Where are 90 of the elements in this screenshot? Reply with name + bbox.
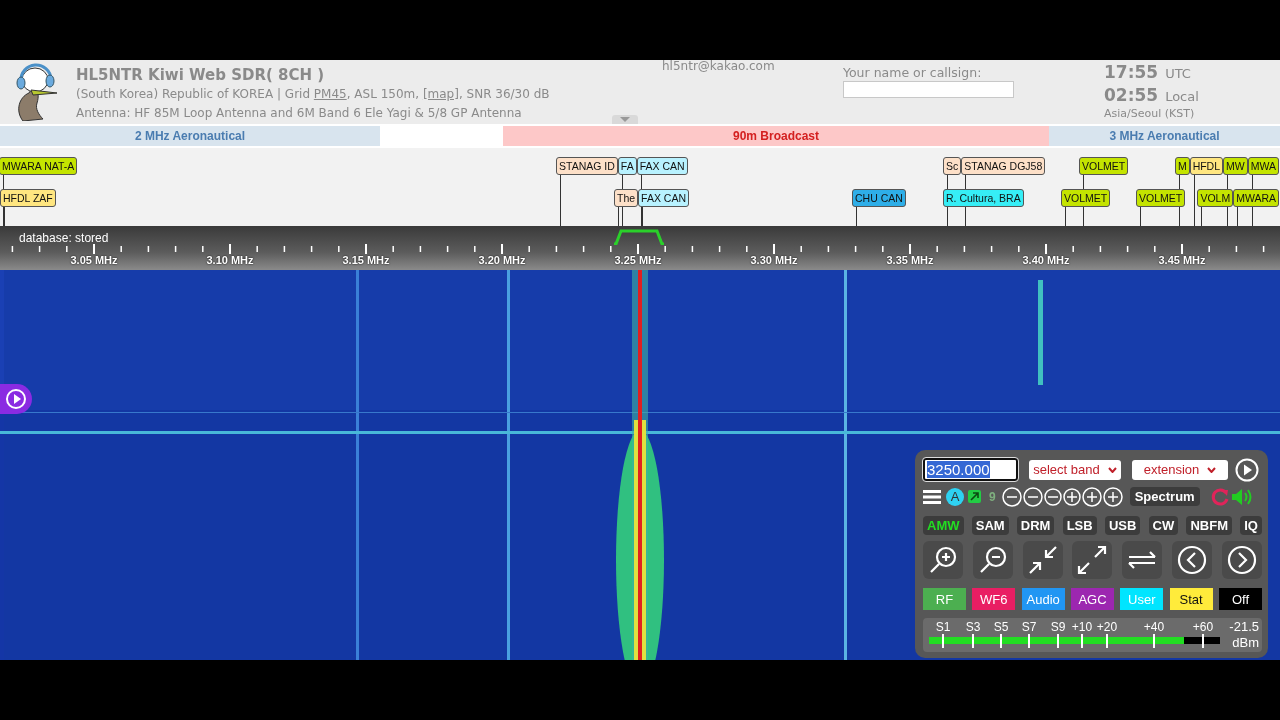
frequency-label: 3.35 MHz [886, 254, 934, 266]
arrow-square-icon[interactable] [968, 490, 981, 504]
station-label[interactable]: FA [617, 157, 637, 175]
frequency-field[interactable]: 3250.000 [923, 458, 1018, 481]
name-field[interactable] [843, 81, 1014, 98]
station-label[interactable]: MW [1223, 157, 1248, 175]
play-button[interactable] [0, 384, 32, 414]
local-label: Local [1165, 89, 1199, 104]
right-chevron-icon[interactable] [1226, 545, 1257, 576]
station-label[interactable]: MWARA NAT-A [0, 157, 78, 175]
meter-scale-label: +10 [1071, 620, 1093, 635]
count-label: 9 [989, 489, 996, 504]
station-label[interactable]: HFDL [1189, 157, 1224, 175]
compress-arrows-icon[interactable] [1027, 545, 1058, 576]
frequency-label: 3.30 MHz [750, 254, 798, 266]
meter-scale-label: S3 [965, 620, 981, 635]
caret-icon [620, 117, 630, 122]
channel-badge[interactable]: A [946, 487, 964, 506]
frequency-label: 3.05 MHz [70, 254, 118, 266]
signal-unit: dBm [1232, 635, 1259, 651]
station-label[interactable]: VOLMET [1136, 189, 1186, 207]
panel-tab[interactable]: Stat [1169, 588, 1213, 611]
left-chevron-icon[interactable] [1177, 545, 1208, 576]
field-label: Your name or callsign: [843, 65, 982, 80]
database-status: database: stored [19, 231, 109, 245]
plus-circle-icon[interactable] [1062, 487, 1081, 506]
station-label[interactable]: HFDL ZAF [0, 189, 56, 207]
station-label[interactable]: FAX CAN [638, 189, 690, 207]
mode-button[interactable]: AMW [923, 516, 964, 536]
meter-scale-label: +20 [1096, 620, 1118, 635]
frequency-label: 3.45 MHz [1158, 254, 1206, 266]
expand-arrows-icon[interactable] [1077, 545, 1108, 576]
mode-button[interactable]: LSB [1062, 516, 1097, 536]
minus-circle-icon[interactable] [1001, 486, 1022, 507]
frequency-label: 3.15 MHz [342, 254, 390, 266]
frequency-label: 3.20 MHz [478, 254, 526, 266]
caret-icon [1207, 466, 1217, 473]
location-line: (South Korea) Republic of KOREA | Grid PM45, ASL 150m, [map], SNR 36/30 dB [76, 86, 550, 103]
panel-tab[interactable]: WF6 [972, 588, 1016, 611]
station-label[interactable]: MWARA [1233, 189, 1279, 207]
station-label[interactable]: R. Cultura, BRA [943, 189, 1024, 207]
meter-scale-label: S5 [993, 620, 1009, 635]
station-label[interactable]: STANAG ID [556, 157, 618, 175]
frequency-label: 3.10 MHz [206, 254, 254, 266]
timezone-label: Asia/Seoul (KST) [1104, 108, 1195, 120]
signal-reading: -21.5 [1229, 619, 1259, 635]
local-time: 02:55 [1104, 85, 1159, 105]
meter-scale-label: S7 [1021, 620, 1037, 635]
panel-tab[interactable]: AGC [1071, 588, 1114, 611]
station-label[interactable]: MWA [1247, 157, 1279, 175]
meter-scale-label: S1 [935, 620, 951, 635]
extension-select[interactable]: extension [1132, 459, 1228, 480]
play-icon[interactable] [1235, 457, 1259, 482]
passband-marker[interactable] [612, 229, 666, 245]
utc-label: UTC [1165, 66, 1191, 81]
mode-button[interactable]: USB [1104, 516, 1141, 536]
meter-scale-label: S9 [1050, 620, 1066, 635]
mode-button[interactable]: DRM [1016, 516, 1055, 536]
station-label[interactable]: Sc [943, 157, 962, 175]
utc-time: 17:55 [1104, 62, 1159, 82]
caret-icon [1107, 466, 1117, 473]
mode-button[interactable]: IQ [1240, 516, 1262, 536]
minus-circle-icon[interactable] [1043, 487, 1062, 506]
station-label[interactable]: FAX CAN [636, 157, 688, 175]
meter-scale-label: +40 [1143, 620, 1165, 635]
plus-circle-icon[interactable] [1081, 486, 1102, 507]
station-label[interactable]: STANAG DGJ58 [961, 157, 1046, 175]
bird-logo [13, 63, 59, 121]
mode-button[interactable]: CW [1148, 516, 1179, 536]
station-label[interactable]: VOLM [1197, 189, 1234, 207]
site-title: HL5NTR Kiwi Web SDR( 8CH ) [76, 66, 325, 85]
station-label[interactable]: VOLMET [1061, 189, 1111, 207]
station-label[interactable]: M [1174, 157, 1190, 175]
meter-scale-label: +60 [1192, 620, 1214, 635]
speaker-icon[interactable] [1229, 486, 1254, 507]
minus-circle-icon[interactable] [1022, 486, 1043, 507]
frequency-label: 3.40 MHz [1022, 254, 1070, 266]
band-select[interactable]: select band [1029, 459, 1121, 480]
mode-button[interactable]: NBFM [1186, 516, 1232, 536]
email-address: hl5ntr@kakao.com [662, 60, 775, 73]
antenna-line: Antenna: HF 85M Loop Antenna and 6M Band 6 Ele Yagi & 5/8 GP Antenna [76, 105, 522, 122]
plus-circle-icon[interactable] [1102, 486, 1123, 507]
menu-icon[interactable] [923, 489, 941, 504]
station-label[interactable]: CHU CAN [852, 189, 906, 207]
station-label[interactable]: VOLMET [1079, 157, 1129, 175]
panel-tab[interactable]: Off [1218, 588, 1262, 611]
frequency-label: 3.25 MHz [614, 254, 662, 266]
spectrum-button[interactable]: Spectrum [1129, 487, 1200, 507]
mode-button[interactable]: SAM [971, 516, 1009, 536]
station-label[interactable]: The [614, 189, 639, 207]
